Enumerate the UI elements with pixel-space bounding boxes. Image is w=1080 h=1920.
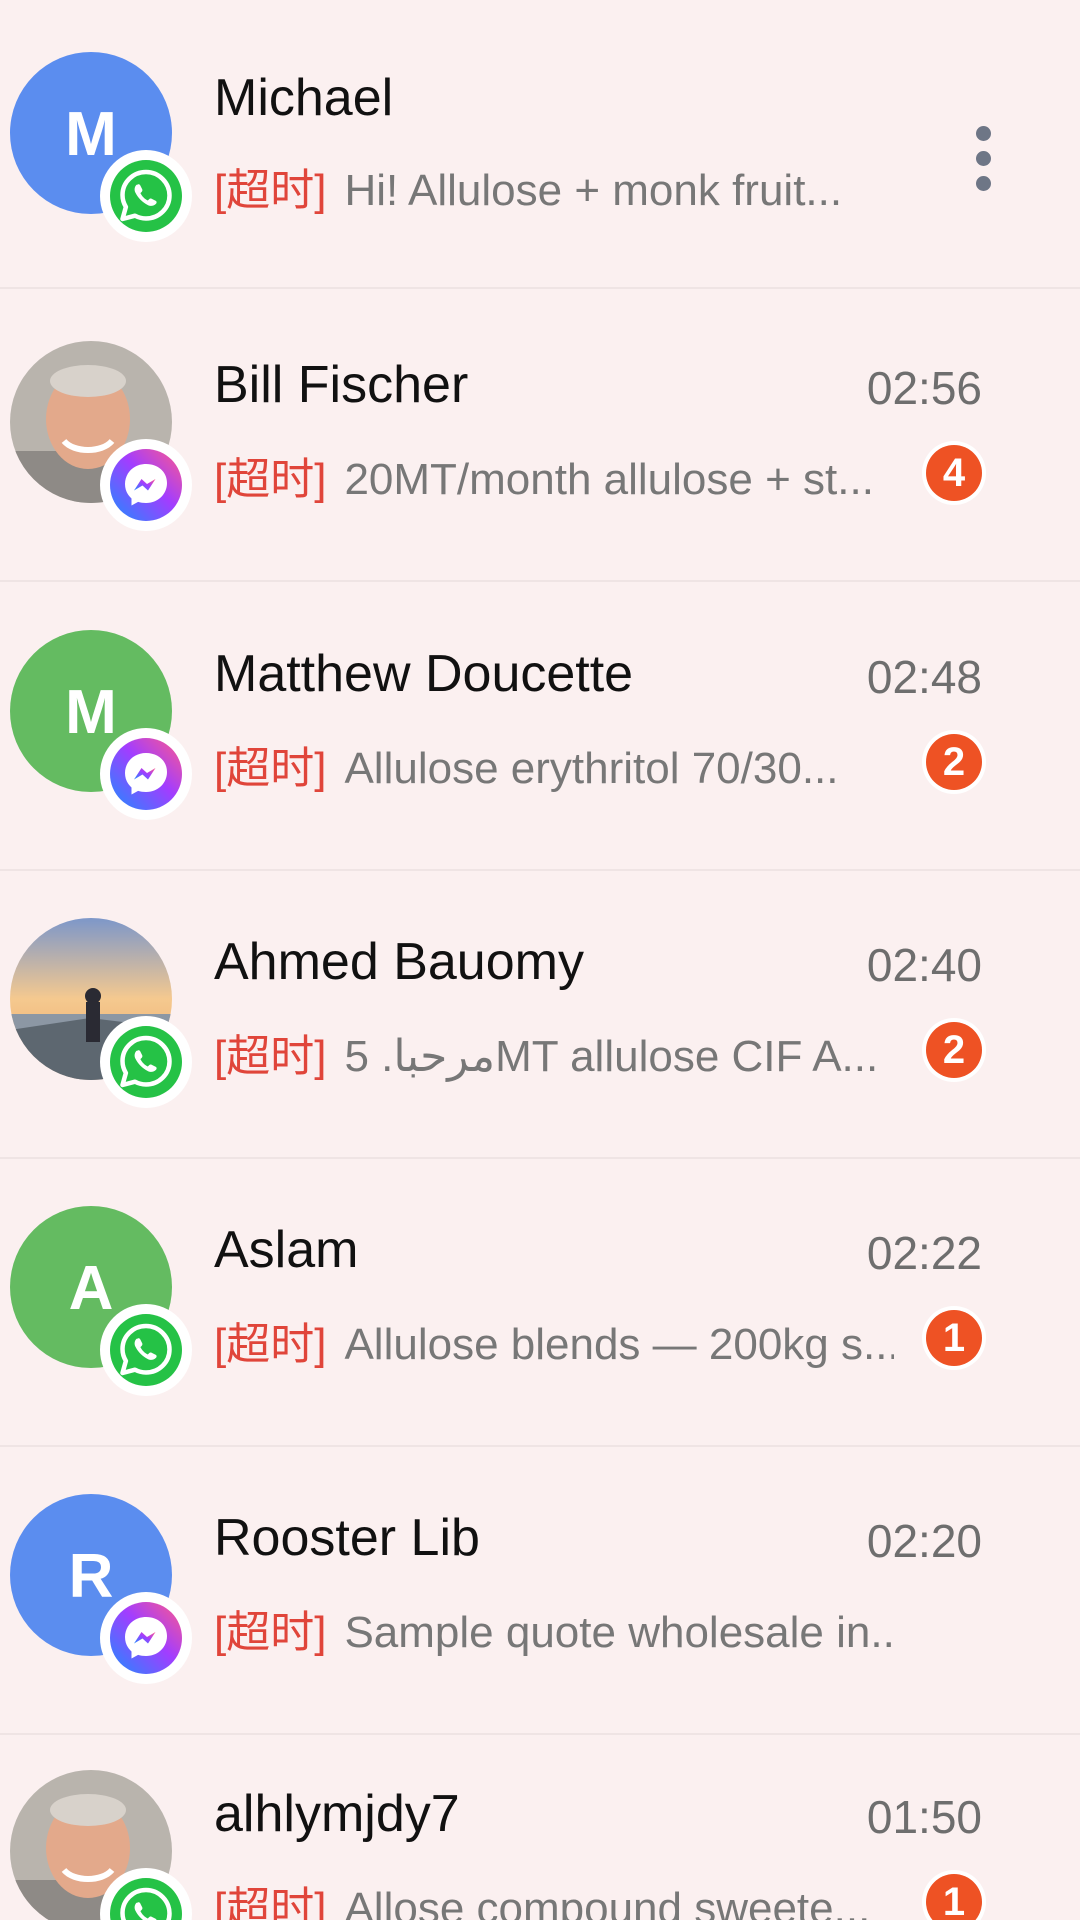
whatsapp-icon xyxy=(108,1876,184,1920)
timeout-tag: [超时] xyxy=(214,166,327,215)
unread-count-badge: 1 xyxy=(926,1310,982,1366)
platform-badge xyxy=(100,150,192,242)
preview-text: Sample quote wholesale in... xyxy=(344,1608,894,1657)
messenger-icon xyxy=(108,1600,184,1676)
messenger-icon xyxy=(108,447,184,523)
preview-text: Allulose blends — 200kg s... xyxy=(344,1320,894,1369)
chat-row[interactable]: A Aslam 02:22 [超时] Allulose blends — 200kg s… xyxy=(0,1158,1080,1447)
message-preview: [超时] Allose compound sweete... xyxy=(214,1872,894,1920)
avatar-initial: M xyxy=(65,678,117,747)
whatsapp-icon xyxy=(108,158,184,234)
message-time: 02:56 xyxy=(866,362,982,414)
contact-name: Ahmed Bauomy xyxy=(214,933,584,991)
message-time: 02:22 xyxy=(866,1227,982,1279)
timeout-tag: [超时] xyxy=(214,1320,327,1369)
avatar-initial: M xyxy=(65,100,117,169)
preview-text: Allulose erythritol 70/30... xyxy=(344,744,839,793)
unread-count-badge: 2 xyxy=(926,1022,982,1078)
avatar-initial: R xyxy=(68,1542,114,1611)
unread-count-badge: 4 xyxy=(926,445,982,501)
chat-list: M Michael [超时] Hi! Allulose + monk fruit...… xyxy=(0,0,1080,1920)
chat-row[interactable]: Bill Fischer 02:56 [超时] 20MT/month allulose… xyxy=(0,293,1080,582)
platform-badge xyxy=(100,439,192,531)
platform-badge xyxy=(100,728,192,820)
preview-text: Hi! Allulose + monk fruit... xyxy=(344,166,843,215)
contact-name: Rooster Lib xyxy=(214,1509,480,1567)
timeout-tag: [超时] xyxy=(214,455,327,504)
message-preview: [超时] 20MT/month allulose + st... xyxy=(214,443,894,507)
preview-text: مرحبا. 5MT allulose CIF A... xyxy=(344,1032,879,1081)
divider xyxy=(0,287,1080,289)
message-preview: [超时] مرحبا. 5MT allulose CIF A... xyxy=(214,1020,894,1084)
timeout-tag: [超时] xyxy=(214,744,327,793)
platform-badge xyxy=(100,1592,192,1684)
platform-badge xyxy=(100,1868,192,1920)
messenger-icon xyxy=(108,736,184,812)
preview-text: 20MT/month allulose + st... xyxy=(344,455,874,504)
unread-count-badge: 2 xyxy=(926,734,982,790)
platform-badge xyxy=(100,1304,192,1396)
contact-name: Michael xyxy=(214,69,394,127)
whatsapp-icon xyxy=(108,1024,184,1100)
whatsapp-icon xyxy=(108,1312,184,1388)
platform-badge xyxy=(100,1016,192,1108)
timeout-tag: [超时] xyxy=(214,1032,327,1081)
unread-count-badge: 1 xyxy=(926,1874,982,1920)
message-time: 02:48 xyxy=(866,651,982,703)
timeout-tag: [超时] xyxy=(214,1884,327,1920)
chat-row[interactable]: R Rooster Lib 02:20 [超时] Sample quote wholes… xyxy=(0,1446,1080,1735)
contact-name: Bill Fischer xyxy=(214,356,469,414)
message-preview: [超时] Hi! Allulose + monk fruit... xyxy=(214,154,894,218)
contact-name: alhlymjdy7 xyxy=(214,1785,460,1843)
message-time: 02:40 xyxy=(866,939,982,991)
chat-row[interactable]: alhlymjdy7 01:50 [超时] Allose compound sweet… xyxy=(0,1722,1080,1920)
chat-row[interactable]: Ahmed Bauomy 02:40 [超时] مرحبا. 5MT allulose… xyxy=(0,870,1080,1159)
message-time: 02:20 xyxy=(866,1515,982,1567)
more-vertical-icon[interactable] xyxy=(968,126,998,192)
message-preview: [超时] Sample quote wholesale in... xyxy=(214,1596,894,1660)
chat-row[interactable]: M Michael [超时] Hi! Allulose + monk fruit... xyxy=(0,0,1080,289)
message-preview: [超时] Allulose erythritol 70/30... xyxy=(214,732,894,796)
message-time: 01:50 xyxy=(866,1791,982,1843)
contact-name: Matthew Doucette xyxy=(214,645,634,703)
preview-text: Allose compound sweete... xyxy=(344,1884,871,1920)
chat-row[interactable]: M Matthew Doucette 02:48 [超时] Allulose eryth… xyxy=(0,582,1080,871)
message-preview: [超时] Allulose blends — 200kg s... xyxy=(214,1308,894,1372)
timeout-tag: [超时] xyxy=(214,1608,327,1657)
avatar-initial: A xyxy=(68,1254,114,1323)
contact-name: Aslam xyxy=(214,1221,359,1279)
